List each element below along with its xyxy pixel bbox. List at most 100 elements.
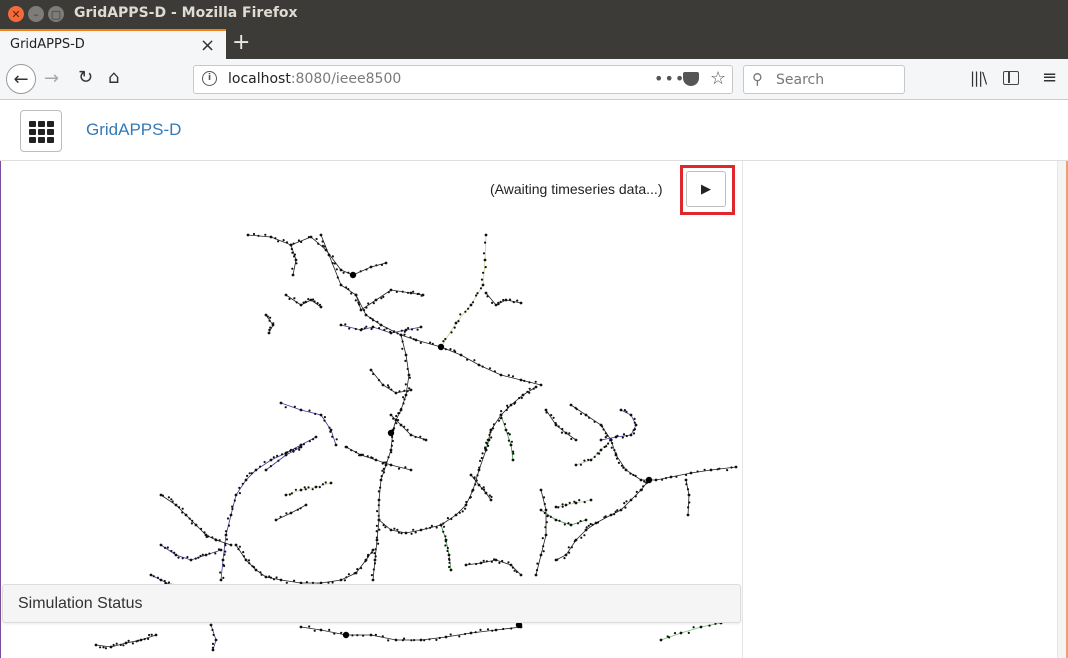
grid-icon	[29, 121, 36, 127]
topology-node	[629, 433, 633, 437]
topology-node	[372, 302, 375, 305]
topology-node	[122, 644, 125, 647]
topology-node	[299, 408, 303, 412]
topology-node	[305, 581, 308, 584]
topology-node	[406, 291, 410, 294]
topology-node	[354, 571, 358, 575]
topology-node	[390, 444, 393, 447]
topology-node	[379, 478, 383, 482]
topology-node	[539, 508, 543, 512]
home-icon[interactable]: ⌂	[108, 67, 119, 88]
url-bar[interactable]: i localhost:8080/ieee8500 ••• ☆	[193, 65, 733, 94]
topology-node	[274, 518, 278, 522]
topology-node	[343, 579, 346, 582]
app-title[interactable]: GridAPPS-D	[86, 120, 181, 140]
back-icon[interactable]: ←	[6, 64, 36, 94]
topology-node	[519, 301, 523, 305]
topology-node	[409, 388, 413, 392]
tab-close-icon[interactable]: ×	[200, 35, 215, 56]
search-icon: ⚲	[752, 70, 763, 88]
topology-node	[543, 502, 546, 506]
topology-node	[312, 298, 315, 301]
topology-node	[579, 520, 582, 523]
reload-icon[interactable]: ↻	[78, 67, 93, 88]
topology-node	[614, 510, 617, 513]
hamburger-menu-icon[interactable]: ≡	[1042, 67, 1057, 88]
topology-node	[181, 557, 184, 560]
topology-node	[333, 262, 336, 265]
topology-node	[580, 536, 583, 539]
topology-node	[446, 517, 449, 520]
topology-node	[629, 472, 632, 475]
topology-node	[539, 553, 543, 557]
search-input[interactable]: ⚲ Search	[743, 65, 905, 94]
topology-node	[414, 531, 417, 534]
topology-node	[211, 536, 214, 539]
topology-node	[477, 363, 481, 367]
topology-node	[339, 268, 343, 272]
topology-node	[321, 483, 324, 486]
topology-node	[479, 459, 482, 462]
browser-tab[interactable]: GridAPPS-D ×	[0, 29, 226, 59]
topology-node	[347, 271, 350, 274]
topology-node	[642, 485, 645, 488]
topology-node	[394, 418, 398, 422]
window-minimize-icon[interactable]: –	[28, 6, 44, 22]
page-actions-icon[interactable]: •••	[654, 69, 685, 88]
topology-node	[358, 303, 361, 306]
forward-icon[interactable]: →	[44, 68, 59, 89]
topology-node	[518, 396, 521, 400]
topology-node	[519, 378, 523, 382]
topology-node	[174, 503, 178, 507]
topology-node	[616, 509, 619, 512]
app-menu-button[interactable]	[20, 110, 62, 152]
topology-node	[573, 540, 576, 543]
topology-node	[382, 471, 386, 474]
bookmark-star-icon[interactable]: ☆	[710, 68, 726, 89]
topology-node	[406, 367, 409, 371]
topology-node	[324, 248, 328, 252]
sidebar-toggle-icon[interactable]	[1003, 71, 1019, 85]
topology-node	[480, 278, 484, 281]
topology-hub-node	[437, 343, 445, 351]
topology-node	[442, 522, 445, 525]
topology-node	[373, 558, 377, 562]
topology-node	[344, 323, 347, 326]
topology-node	[421, 293, 425, 297]
topology-node	[389, 331, 393, 335]
topology-node	[313, 629, 316, 632]
simulation-status-panel[interactable]: Simulation Status	[2, 584, 741, 623]
new-tab-icon[interactable]: +	[232, 30, 250, 55]
topology-node	[510, 627, 513, 630]
topology-node	[497, 419, 501, 422]
topology-node	[152, 575, 155, 578]
topology-node	[377, 490, 380, 493]
topology-node	[277, 459, 280, 462]
topology-node	[382, 467, 385, 470]
topology-node	[393, 527, 396, 530]
topology-node	[360, 567, 363, 570]
topology-node	[377, 498, 381, 502]
topology-node	[500, 416, 503, 420]
topology-node	[274, 237, 277, 240]
topology-node	[167, 496, 170, 499]
topology-node	[269, 316, 272, 319]
topology-node	[190, 522, 193, 525]
topology-node	[263, 460, 266, 464]
topology-node	[314, 435, 318, 439]
topology-node	[486, 442, 489, 445]
window-maximize-icon[interactable]: ▢	[48, 6, 64, 22]
window-close-icon[interactable]: ✕	[8, 6, 24, 22]
pocket-icon[interactable]	[683, 72, 699, 86]
library-icon[interactable]: |||\	[970, 69, 987, 87]
topology-node	[119, 643, 122, 646]
topology-hub-node	[349, 271, 357, 279]
topology-node	[295, 301, 298, 304]
topology-node	[449, 568, 453, 572]
window-titlebar: ✕ – ▢ GridAPPS-D - Mozilla Firefox	[0, 0, 1068, 29]
topology-node	[534, 380, 537, 383]
topology-node	[271, 323, 275, 327]
topology-node	[254, 568, 258, 572]
site-info-icon[interactable]: i	[202, 71, 217, 86]
url-text[interactable]: localhost:8080/ieee8500	[228, 71, 401, 87]
